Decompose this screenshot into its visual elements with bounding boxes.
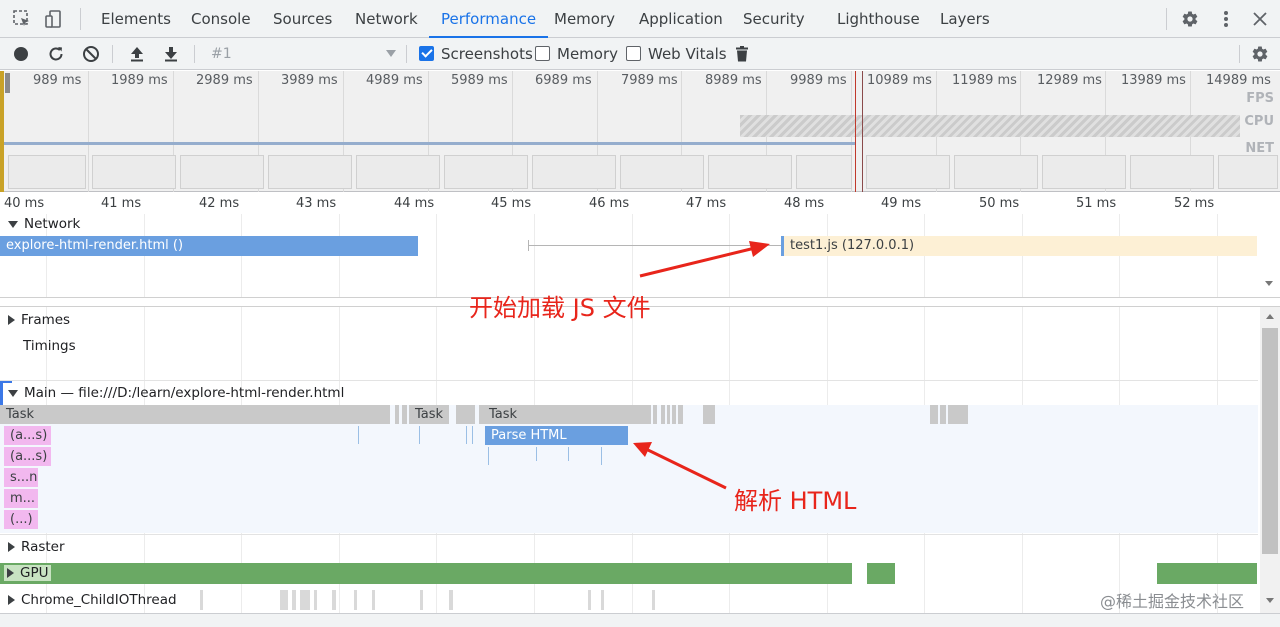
annotation-arrowhead-js bbox=[749, 241, 770, 257]
annotation-arrow-js bbox=[639, 246, 756, 278]
annotation-arrow-parse bbox=[647, 448, 727, 490]
watermark: @稀土掘金技术社区 bbox=[1100, 592, 1245, 611]
annotation-parse-html: 解析 HTML bbox=[734, 487, 857, 515]
annotation-js-load: 开始加载 JS 文件 bbox=[469, 294, 651, 322]
